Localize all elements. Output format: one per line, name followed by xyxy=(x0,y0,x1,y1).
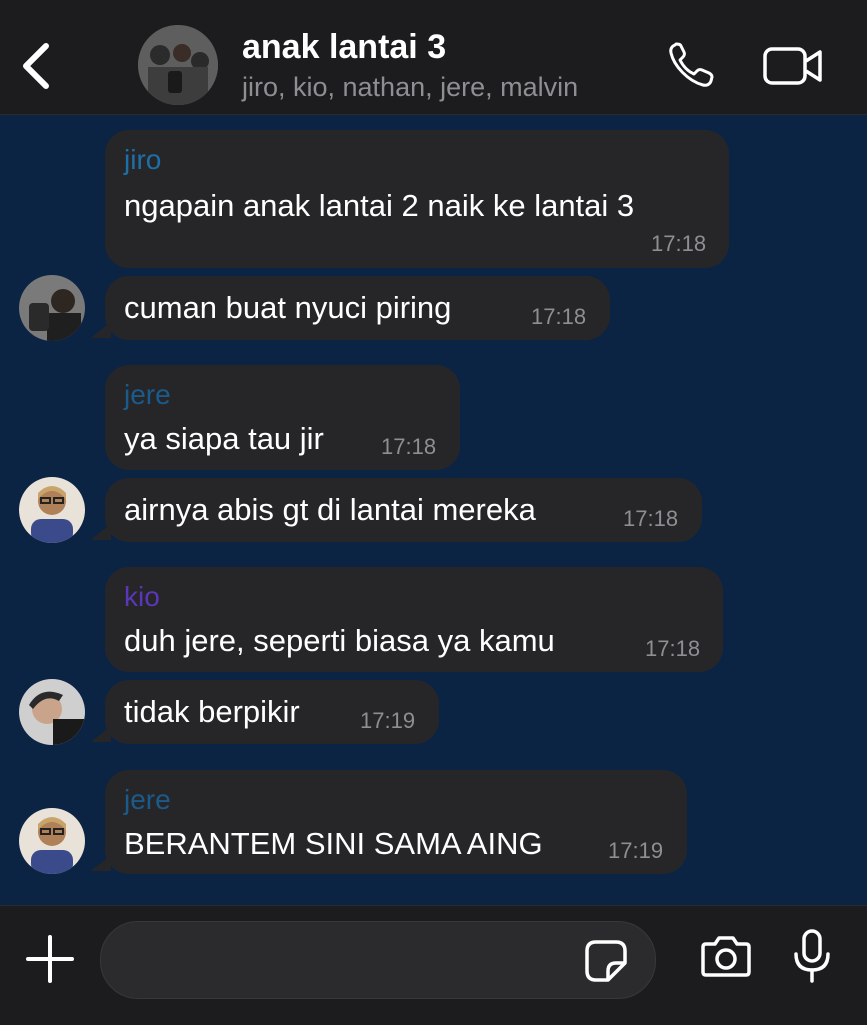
message-time: 17:18 xyxy=(623,506,679,531)
message-time: 17:18 xyxy=(381,434,437,459)
message-time: 17:18 xyxy=(645,636,701,661)
chat-header: anak lantai 3 jiro, kio, nathan, jere, m… xyxy=(0,0,867,115)
message-text: BERANTEM SINI SAMA AING xyxy=(124,826,543,861)
chat-title[interactable]: anak lantai 3 xyxy=(242,28,446,67)
avatar[interactable] xyxy=(19,477,85,543)
sender-name: jere xyxy=(124,379,171,410)
phone-call-icon[interactable] xyxy=(666,40,716,90)
message-bubble[interactable]: jere BERANTEM SINI SAMA AING 17:19 xyxy=(105,770,687,874)
message-bubble[interactable]: kio duh jere, seperti biasa ya kamu 17:1… xyxy=(105,567,723,672)
message-bubble[interactable]: jere ya siapa tau jir 17:18 xyxy=(105,365,460,470)
message-text: airnya abis gt di lantai mereka xyxy=(124,492,536,527)
avatar[interactable] xyxy=(19,808,85,874)
message-text: ya siapa tau jir xyxy=(124,421,324,456)
sender-name: kio xyxy=(124,581,160,612)
message-bubble[interactable]: airnya abis gt di lantai mereka 17:18 xyxy=(105,478,702,542)
back-chevron-icon[interactable] xyxy=(14,38,58,94)
sender-name: jiro xyxy=(124,144,162,175)
message-time: 17:18 xyxy=(651,231,707,256)
group-avatar[interactable] xyxy=(138,25,218,105)
camera-icon[interactable] xyxy=(700,934,752,978)
message-bubble[interactable]: cuman buat nyuci piring 17:18 xyxy=(105,276,610,340)
message-text: duh jere, seperti biasa ya kamu xyxy=(124,623,555,658)
message-time: 17:19 xyxy=(608,838,664,863)
message-bubble[interactable]: jiro ngapain anak lantai 2 naik ke lanta… xyxy=(105,130,729,268)
chat-members[interactable]: jiro, kio, nathan, jere, malvin xyxy=(242,72,578,103)
message-time: 17:19 xyxy=(360,708,416,733)
avatar[interactable] xyxy=(19,275,85,341)
sticker-icon[interactable] xyxy=(584,939,628,983)
message-time: 17:18 xyxy=(531,304,587,329)
avatar[interactable] xyxy=(19,679,85,745)
message-text: ngapain anak lantai 2 naik ke lantai 3 xyxy=(124,188,635,223)
message-input[interactable] xyxy=(100,921,656,999)
sender-name: jere xyxy=(124,784,171,815)
message-text: cuman buat nyuci piring xyxy=(124,290,452,325)
microphone-icon[interactable] xyxy=(792,928,832,984)
message-bubble[interactable]: tidak berpikir 17:19 xyxy=(105,680,439,744)
message-text: tidak berpikir xyxy=(124,694,300,729)
plus-icon[interactable] xyxy=(26,935,74,983)
video-call-icon[interactable] xyxy=(762,44,824,88)
